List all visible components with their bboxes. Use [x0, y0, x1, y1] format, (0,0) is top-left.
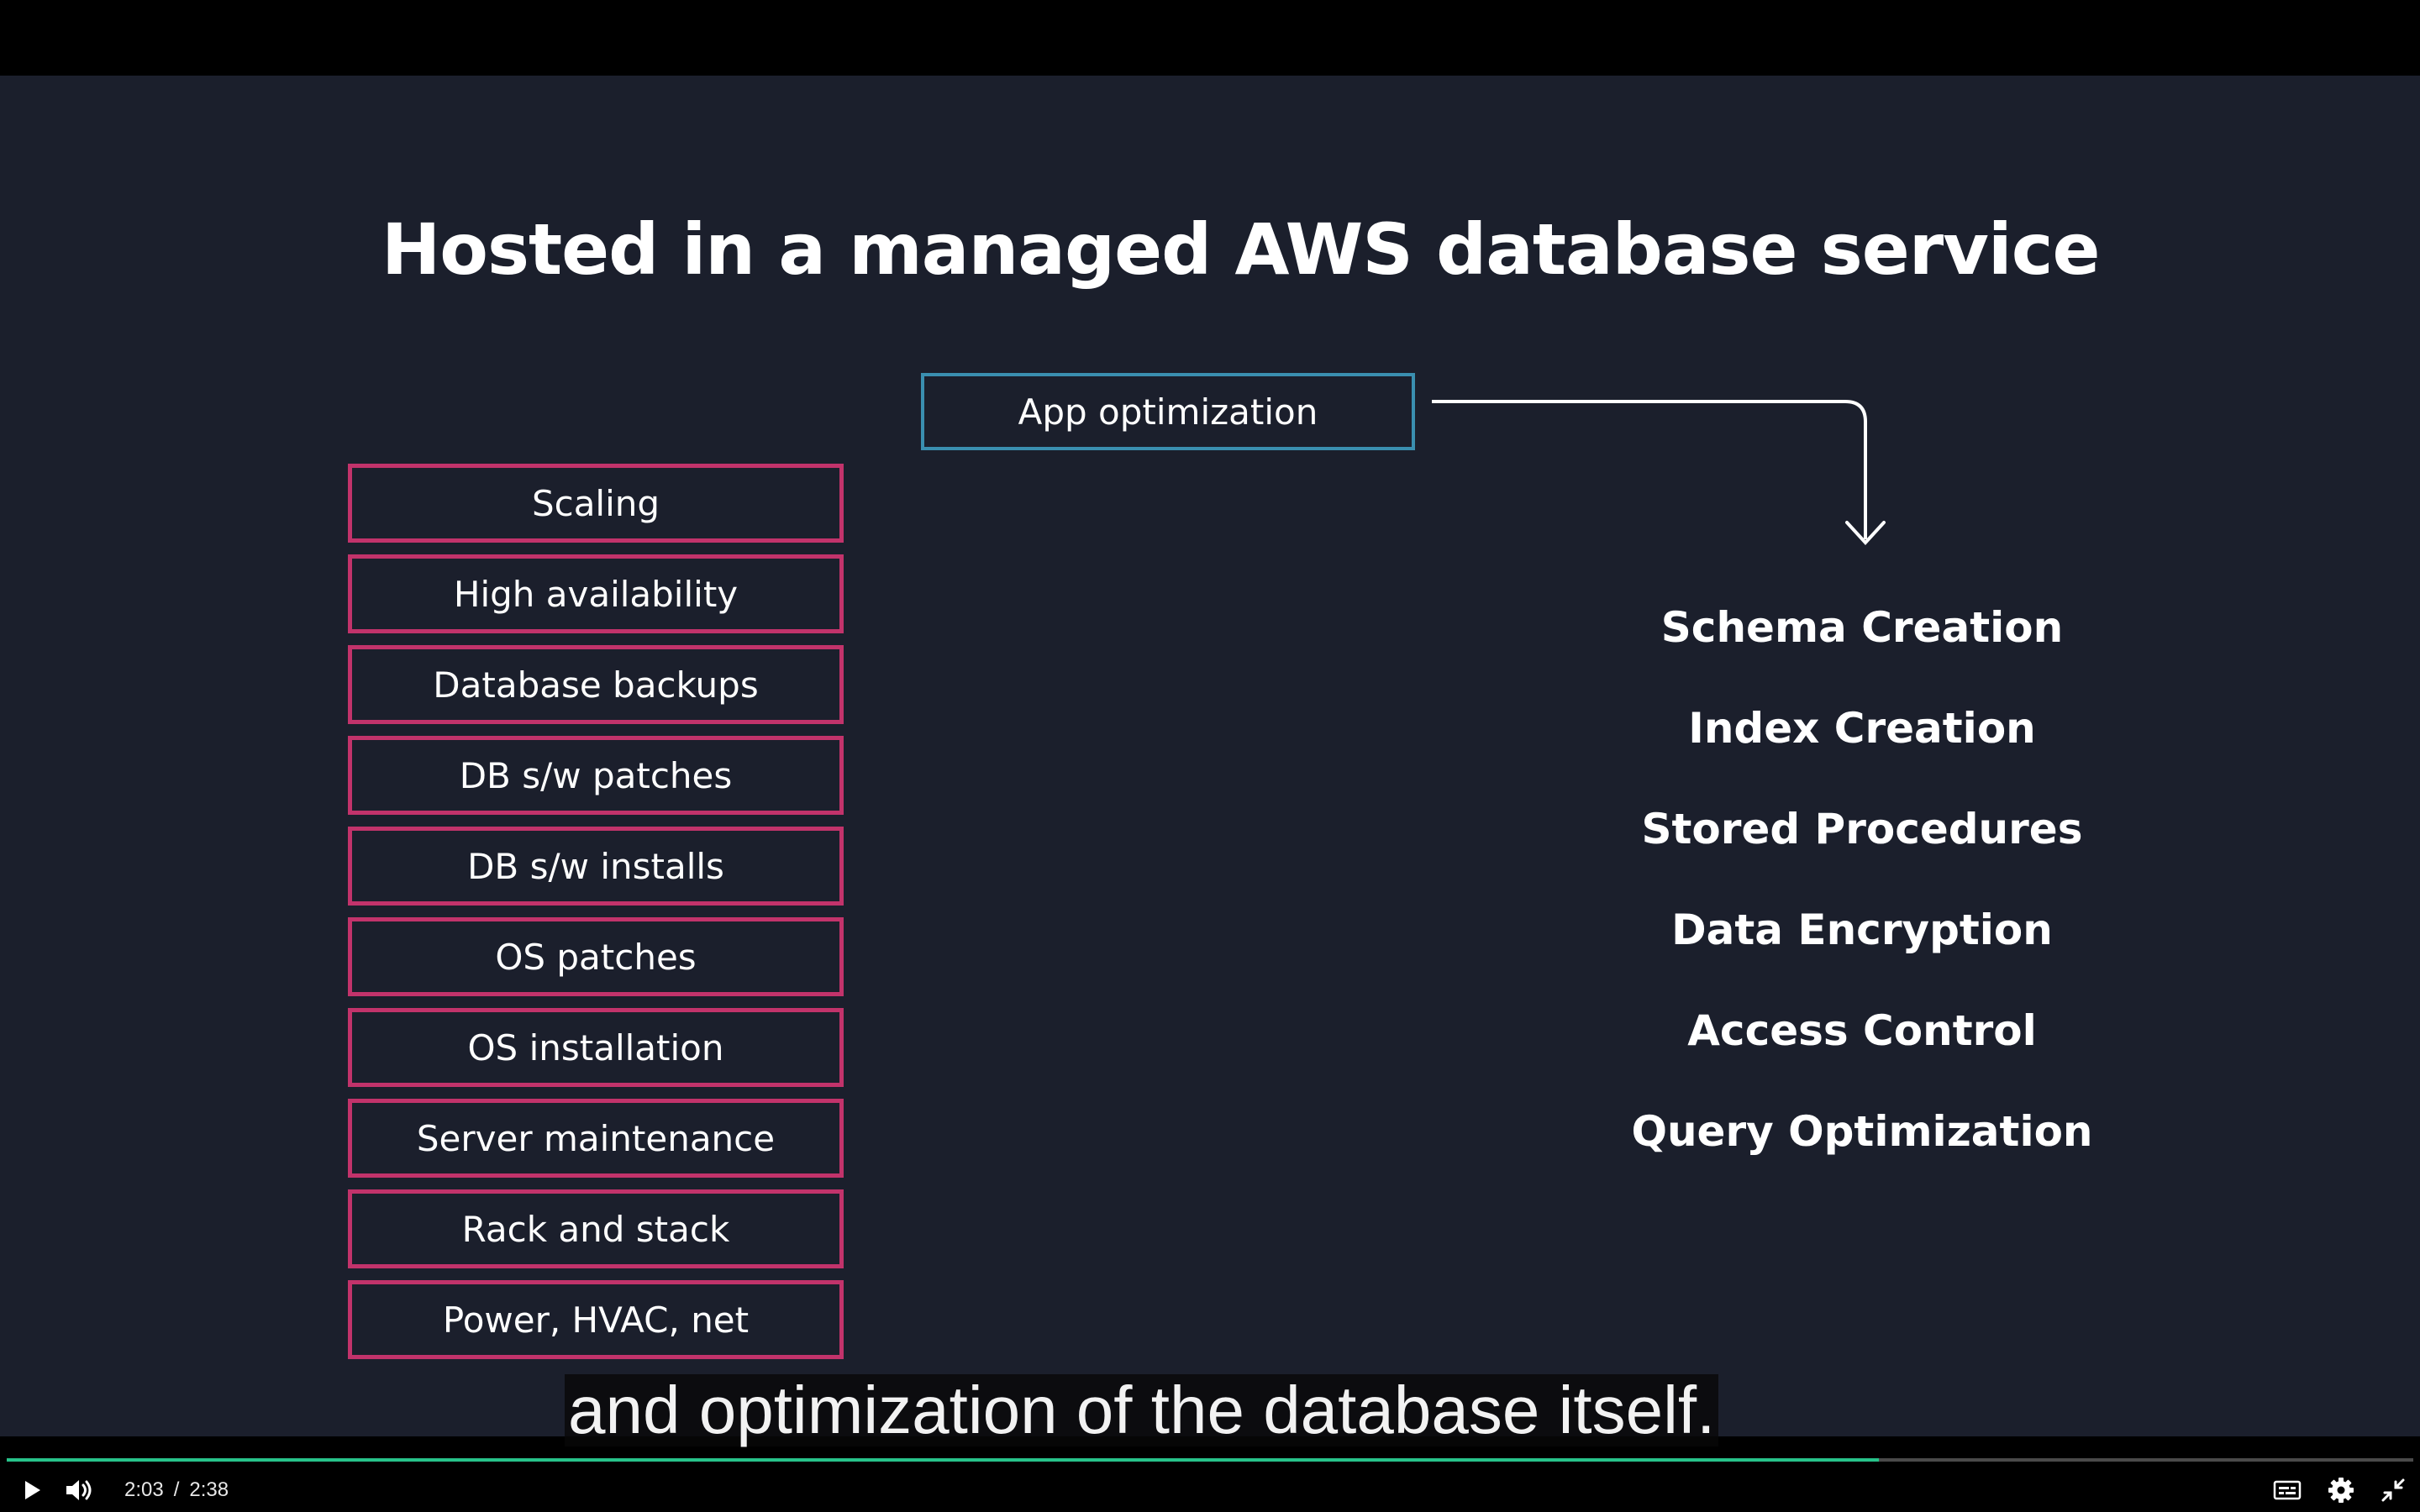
duration: 2:38 [189, 1478, 229, 1501]
managed-item-label: High availability [453, 573, 739, 615]
managed-item-box: DB s/w installs [348, 827, 844, 906]
settings-icon [2328, 1478, 2354, 1503]
managed-item-box: OS installation [348, 1008, 844, 1087]
slide-title: Hosted in a managed AWS database service [381, 208, 2100, 291]
captions-button[interactable] [2269, 1472, 2306, 1509]
managed-item-label: Server maintenance [416, 1117, 776, 1159]
managed-item-box: High availability [348, 554, 844, 633]
customer-item: Schema Creation [1660, 603, 2064, 652]
managed-item-label: OS patches [495, 936, 697, 978]
managed-item-label: Scaling [531, 482, 660, 524]
volume-button[interactable] [60, 1472, 97, 1509]
app-optimization-box: App optimization [921, 373, 1415, 450]
customer-item: Data Encryption [1671, 906, 2053, 954]
video-player[interactable]: Hosted in a managed AWS database service… [0, 0, 2420, 1512]
managed-item-box: Database backups [348, 645, 844, 724]
managed-item-box: Rack and stack [348, 1189, 844, 1268]
managed-item-label: DB s/w patches [459, 754, 733, 796]
managed-item-box: DB s/w patches [348, 736, 844, 815]
customer-item: Access Control [1687, 1006, 2037, 1055]
exit-fullscreen-icon [2381, 1478, 2405, 1502]
customer-item: Index Creation [1688, 704, 2036, 753]
managed-item-label: Rack and stack [461, 1208, 730, 1250]
progress-bar-fill [7, 1458, 1880, 1462]
captions-icon [2273, 1480, 2302, 1500]
time-display: 2:03 / 2:38 [124, 1475, 229, 1505]
customer-item: Stored Procedures [1641, 805, 2083, 853]
managed-item-box: Server maintenance [348, 1099, 844, 1178]
app-optimization-label: App optimization [1018, 391, 1318, 433]
play-icon [25, 1481, 40, 1499]
progress-bar[interactable] [7, 1458, 2413, 1462]
managed-item-label: Database backups [433, 664, 759, 706]
settings-button[interactable] [2323, 1472, 2360, 1509]
current-time: 2:03 [124, 1478, 164, 1501]
time-separator: / [173, 1478, 180, 1501]
volume-icon [66, 1480, 92, 1500]
managed-item-box: Power, HVAC, net [348, 1280, 844, 1359]
play-button[interactable] [13, 1472, 50, 1509]
subtitle-caption: and optimization of the database itself. [565, 1374, 1719, 1446]
managed-item-box: Scaling [348, 464, 844, 543]
managed-item-label: OS installation [467, 1026, 724, 1068]
managed-item-label: Power, HVAC, net [442, 1299, 750, 1341]
exit-fullscreen-button[interactable] [2375, 1472, 2412, 1509]
customer-item: Query Optimization [1631, 1107, 2093, 1156]
managed-item-label: DB s/w installs [467, 845, 724, 887]
managed-item-box: OS patches [348, 917, 844, 996]
